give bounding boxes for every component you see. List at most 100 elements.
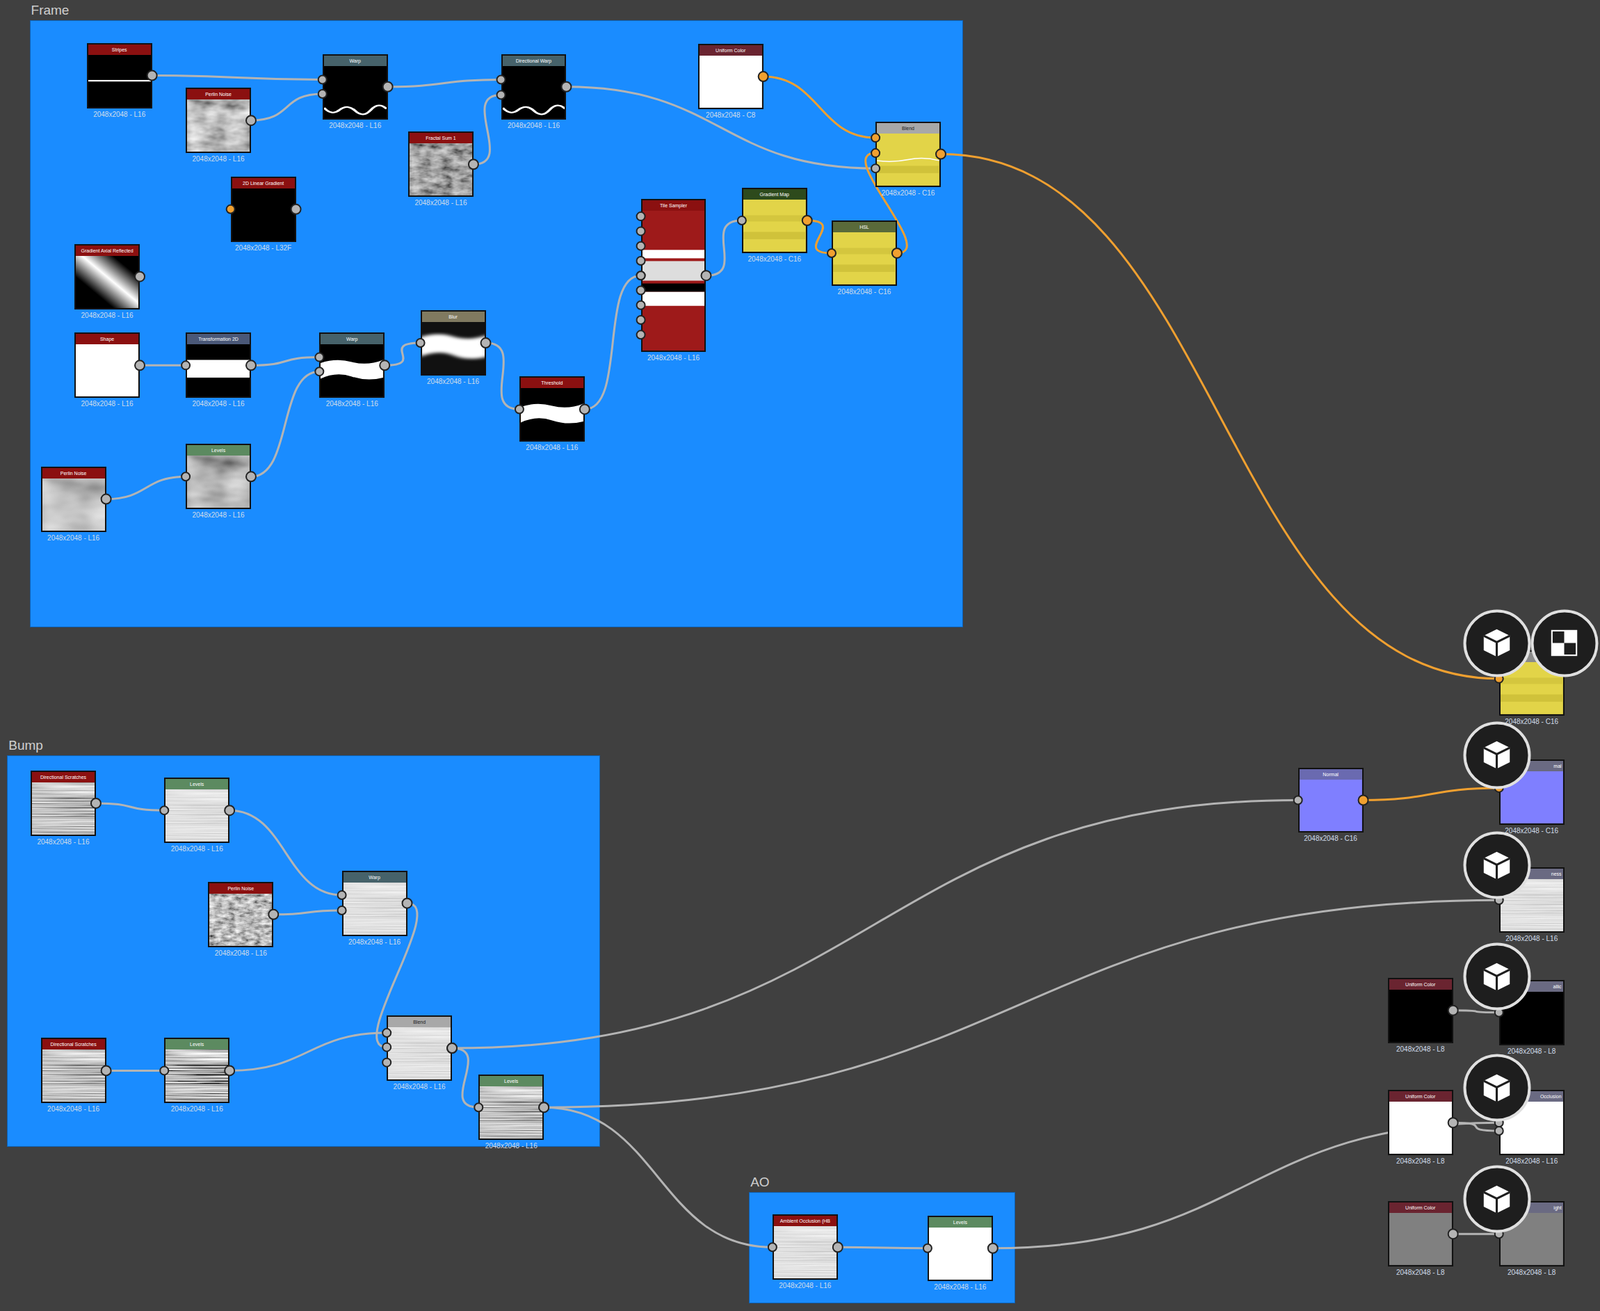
output-port[interactable] xyxy=(224,1065,235,1076)
input-port[interactable] xyxy=(515,404,524,414)
graph-node[interactable]: Levels xyxy=(478,1074,544,1140)
connection-wire[interactable] xyxy=(543,899,1500,1107)
connection-wire[interactable] xyxy=(251,371,320,477)
output-port[interactable] xyxy=(291,204,302,215)
connection-wire[interactable] xyxy=(106,476,186,499)
input-port[interactable] xyxy=(871,133,880,142)
graph-node[interactable]: 2D Linear Gradient xyxy=(230,176,297,242)
output-port[interactable] xyxy=(468,159,479,169)
input-port[interactable] xyxy=(382,1058,391,1067)
node-graph-canvas[interactable]: FrameBumpAOStripes2048x2048 - L16Perlin … xyxy=(0,0,1600,1311)
output-port[interactable] xyxy=(134,271,145,282)
output-port[interactable] xyxy=(1358,795,1369,806)
connection-wire[interactable] xyxy=(807,220,832,254)
input-port[interactable] xyxy=(636,212,646,221)
connection-wire[interactable] xyxy=(837,1246,928,1248)
output-port[interactable] xyxy=(402,898,413,909)
output-port[interactable] xyxy=(101,494,112,505)
output-port[interactable] xyxy=(579,403,590,414)
viewport-button[interactable] xyxy=(1530,609,1598,677)
output-port[interactable] xyxy=(802,215,813,226)
connection-wire[interactable] xyxy=(152,75,323,80)
graph-node[interactable]: Directional Scratches xyxy=(41,1037,107,1103)
connection-wire[interactable] xyxy=(1363,787,1500,801)
output-port[interactable] xyxy=(988,1243,998,1254)
graph-node[interactable]: Perlin Noise xyxy=(207,881,274,948)
input-port[interactable] xyxy=(636,241,646,251)
connection-wire[interactable] xyxy=(486,342,520,409)
output-port[interactable] xyxy=(447,1043,457,1053)
graph-node[interactable]: Perlin Noise xyxy=(41,466,107,532)
output-port[interactable] xyxy=(246,471,256,482)
viewport-button[interactable] xyxy=(1463,1054,1531,1122)
input-port[interactable] xyxy=(636,301,646,310)
input-port[interactable] xyxy=(636,271,646,280)
output-port[interactable] xyxy=(1448,1228,1459,1239)
input-port[interactable] xyxy=(636,226,646,236)
input-port[interactable] xyxy=(382,1028,391,1037)
output-port[interactable] xyxy=(538,1102,549,1112)
connection-wire[interactable] xyxy=(384,342,420,366)
input-port[interactable] xyxy=(768,1242,777,1251)
connection-wire[interactable] xyxy=(388,79,502,87)
input-port[interactable] xyxy=(871,164,880,173)
connection-wire[interactable] xyxy=(1453,1232,1500,1235)
graph-node[interactable]: Stripes xyxy=(86,43,153,109)
graph-node[interactable]: Uniform Color xyxy=(1387,977,1454,1044)
graph-node[interactable]: Transformation 2D xyxy=(185,332,252,398)
viewport-button[interactable] xyxy=(1463,1165,1531,1233)
graph-node[interactable]: Uniform Color xyxy=(1387,1089,1454,1155)
graph-node[interactable]: Levels xyxy=(927,1215,993,1281)
input-port[interactable] xyxy=(226,205,236,214)
graph-node[interactable]: Tile Sampler xyxy=(641,198,707,352)
graph-node[interactable]: Warp xyxy=(342,870,408,936)
output-port[interactable] xyxy=(246,360,256,370)
graph-node[interactable]: Blur xyxy=(420,310,487,376)
frame[interactable] xyxy=(29,20,964,628)
connection-wire[interactable] xyxy=(451,1047,479,1107)
graph-node[interactable]: Uniform Color xyxy=(1387,1200,1454,1267)
graph-node[interactable]: Gradient Axial Reflected xyxy=(74,244,140,310)
viewport-button[interactable] xyxy=(1463,831,1531,900)
output-port[interactable] xyxy=(91,798,101,808)
connection-wire[interactable] xyxy=(229,1032,387,1071)
input-port[interactable] xyxy=(159,805,169,815)
input-port[interactable] xyxy=(1495,1126,1504,1135)
output-port[interactable] xyxy=(561,82,571,92)
graph-node[interactable]: Normal xyxy=(1298,767,1364,834)
connection-wire[interactable] xyxy=(451,800,1299,1049)
graph-node[interactable]: Blend xyxy=(875,121,941,188)
connection-wire[interactable] xyxy=(251,357,320,366)
connection-wire[interactable] xyxy=(1453,1010,1500,1013)
input-port[interactable] xyxy=(181,472,190,481)
input-port[interactable] xyxy=(636,271,646,280)
connection-wire[interactable] xyxy=(106,1069,165,1072)
connection-wire[interactable] xyxy=(139,364,186,367)
input-port[interactable] xyxy=(474,1102,483,1112)
input-port[interactable] xyxy=(497,90,506,99)
graph-node[interactable]: Fractal Sum 1 xyxy=(408,131,474,197)
input-port[interactable] xyxy=(382,1043,391,1052)
output-port[interactable] xyxy=(538,1102,549,1112)
input-port[interactable] xyxy=(318,75,327,84)
graph-node[interactable]: Levels xyxy=(185,443,252,509)
output-port[interactable] xyxy=(447,1043,457,1053)
connection-wire[interactable] xyxy=(705,220,742,276)
output-port[interactable] xyxy=(1448,1117,1459,1128)
connection-wire[interactable] xyxy=(940,154,1500,679)
output-port[interactable] xyxy=(147,70,158,81)
connection-wire[interactable] xyxy=(584,275,642,409)
input-port[interactable] xyxy=(636,315,646,325)
viewport-button[interactable] xyxy=(1463,721,1531,789)
graph-node[interactable]: Uniform Color xyxy=(698,43,764,110)
input-port[interactable] xyxy=(159,1065,169,1075)
graph-node[interactable]: Directional Warp xyxy=(501,54,567,120)
input-port[interactable] xyxy=(314,353,324,362)
graph-node[interactable]: Warp xyxy=(319,332,385,398)
graph-node[interactable]: HSL xyxy=(831,220,898,286)
viewport-button[interactable] xyxy=(1463,942,1531,1011)
input-port[interactable] xyxy=(337,890,347,900)
connection-wire[interactable] xyxy=(251,93,323,121)
input-port[interactable] xyxy=(314,367,324,376)
graph-node[interactable]: Blend xyxy=(386,1015,452,1081)
